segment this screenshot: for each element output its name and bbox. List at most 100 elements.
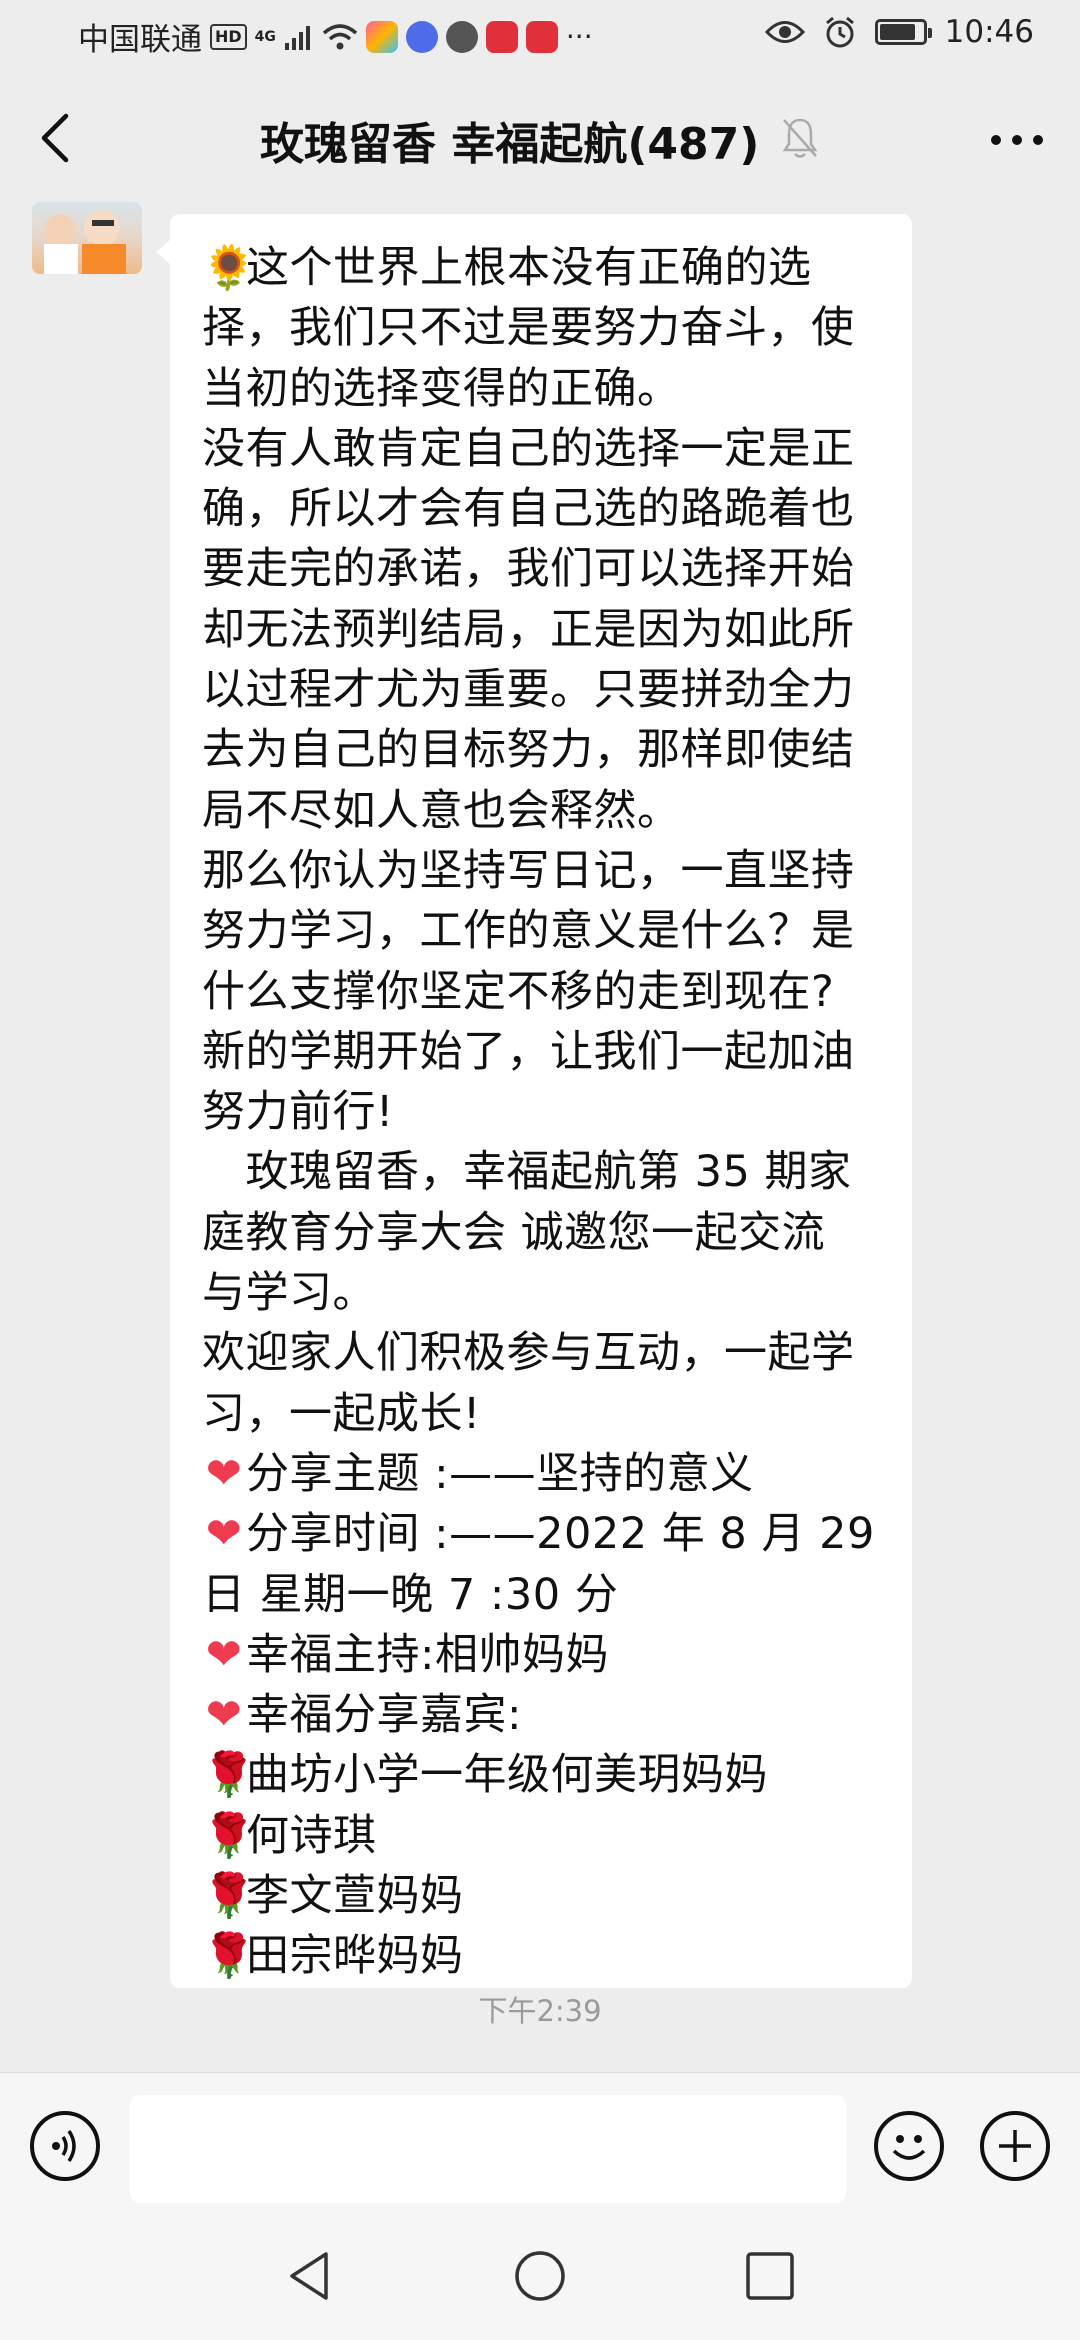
message-line-text: 日 星期一晚 7 :30 分 bbox=[202, 1569, 619, 1620]
system-nav-bar bbox=[0, 2214, 1080, 2340]
message-line-text: 努力前行! bbox=[202, 1087, 394, 1138]
message-line: 去为自己的目标努力，那样即使结 bbox=[202, 720, 880, 780]
message-line: 没有人敢肯定自己的选择一定是正 bbox=[202, 419, 880, 479]
message-line: 却无法预判结局，正是因为如此所 bbox=[202, 600, 880, 660]
message-line-text: 分享主题 :——坚持的意义 bbox=[246, 1448, 754, 1499]
voice-icon[interactable] bbox=[30, 2111, 100, 2181]
message-line: 欢迎家人们积极参与互动，一起学 bbox=[202, 1323, 880, 1383]
message-line-text: 局不尽如人意也会释然。 bbox=[202, 785, 681, 836]
message-line: 努力前行! bbox=[202, 1082, 880, 1142]
message-line: 🌹曲坊小学一年级何美玥妈妈 bbox=[202, 1745, 880, 1805]
message-line: 与学习。 bbox=[202, 1263, 880, 1323]
message-line-text: 习，一起成长! bbox=[202, 1388, 481, 1439]
message-line: 什么支撑你坚定不移的走到现在? bbox=[202, 962, 880, 1022]
wifi-icon bbox=[322, 23, 358, 49]
message-text: 🌻这个世界上根本没有正确的选 择，我们只不过是要努力奋斗，使 当初的选择变得的正确。… bbox=[202, 238, 880, 1987]
status-bar: 中国联通 HD 4G ··· 10:46 bbox=[0, 0, 1080, 74]
message-line-text: 当初的选择变得的正确。 bbox=[202, 363, 681, 414]
status-left: 中国联通 HD 4G ··· bbox=[78, 14, 593, 59]
message-line: 那么你认为坚持写日记，一直坚持 bbox=[202, 841, 880, 901]
emoji-heart-icon: ❤ bbox=[205, 1448, 243, 1499]
chat-header: 玫瑰留香 幸福起航(487) bbox=[0, 74, 1080, 203]
message-line-text: 去为自己的目标努力，那样即使结 bbox=[202, 725, 855, 776]
message-line-text: 这个世界上根本没有正确的选 bbox=[246, 243, 812, 293]
message-line-text: 那么你认为坚持写日记，一直坚持 bbox=[202, 845, 855, 896]
message-line-text: 曲坊小学一年级何美玥妈妈 bbox=[246, 1750, 768, 1801]
input-bar bbox=[0, 2072, 1080, 2215]
message-line: 🌹何诗琪 bbox=[202, 1806, 880, 1866]
message-line-text: 要走完的承诺，我们可以选择开始 bbox=[202, 544, 855, 595]
avatar-photo bbox=[44, 210, 126, 274]
message-line-text: 何诗琪 bbox=[246, 1810, 377, 1861]
emoji-heart-icon: ❤ bbox=[205, 1690, 243, 1741]
message-line: 要走完的承诺，我们可以选择开始 bbox=[202, 539, 880, 599]
emoji-rose-icon: 🌹 bbox=[202, 1931, 257, 1982]
message-line-text: 与学习。 bbox=[202, 1268, 376, 1319]
message-line: 日 星期一晚 7 :30 分 bbox=[202, 1565, 880, 1625]
message-line: 以过程才尤为重要。只要拼劲全力 bbox=[202, 660, 880, 720]
message-line-text: 新的学期开始了，让我们一起加油 bbox=[202, 1026, 855, 1077]
message-line: 🌹田宗晔妈妈 bbox=[202, 1926, 880, 1986]
status-right: 10:46 bbox=[764, 14, 1034, 50]
browser-app-icon bbox=[445, 20, 478, 53]
message-bubble[interactable]: 🌻这个世界上根本没有正确的选 择，我们只不过是要努力奋斗，使 当初的选择变得的正确。… bbox=[156, 214, 912, 1988]
plus-icon[interactable] bbox=[980, 2111, 1050, 2181]
emoji-rose-icon: 🌹 bbox=[202, 1750, 257, 1801]
battery-icon bbox=[874, 19, 932, 45]
emoji-sunflower-icon: 🌻 bbox=[202, 243, 257, 293]
more-dots-icon[interactable] bbox=[990, 134, 1044, 146]
message-line-text: 却无法预判结局，正是因为如此所 bbox=[202, 604, 855, 655]
message-line: 局不尽如人意也会释然。 bbox=[202, 781, 880, 841]
nav-home-icon[interactable] bbox=[512, 2248, 568, 2304]
message-line: 当初的选择变得的正确。 bbox=[202, 359, 880, 419]
signal-icon bbox=[284, 25, 310, 50]
chat-area[interactable]: 🌻这个世界上根本没有正确的选 择，我们只不过是要努力奋斗，使 当初的选择变得的正确。… bbox=[0, 202, 1080, 2072]
message-line-text: 幸福分享嘉宾: bbox=[246, 1690, 522, 1741]
chat-title[interactable]: 玫瑰留香 幸福起航(487) bbox=[260, 108, 759, 172]
battery-fill bbox=[879, 24, 916, 40]
emoji-heart-icon: ❤ bbox=[205, 1629, 243, 1680]
bell-off-icon bbox=[782, 118, 818, 158]
message-line-text: 确，所以才会有自己选的路跪着也 bbox=[202, 484, 855, 535]
message-line: 习，一起成长! bbox=[202, 1384, 880, 1444]
message-line-text: 庭教育分享大会 诚邀您一起交流 bbox=[202, 1207, 826, 1258]
message-line: 新的学期开始了，让我们一起加油 bbox=[202, 1022, 880, 1082]
emoji-rose-icon: 🌹 bbox=[202, 1810, 257, 1861]
music-app-icon bbox=[405, 20, 438, 53]
message-line-text: 欢迎家人们积极参与互动，一起学 bbox=[202, 1328, 855, 1379]
red-app-icon-2 bbox=[525, 20, 558, 53]
alarm-icon bbox=[825, 16, 854, 48]
message-line: 玫瑰留香，幸福起航第 35 期家 bbox=[202, 1142, 880, 1202]
hd-badge: HD bbox=[210, 23, 247, 50]
smiley-face-icon bbox=[892, 2135, 926, 2160]
network-label: 4G bbox=[254, 28, 276, 45]
message-line: ❤分享时间 :——2022 年 8 月 29 bbox=[202, 1504, 880, 1564]
message-line-text: 努力学习，工作的意义是什么？是 bbox=[202, 906, 855, 957]
more-notifications-icon: ··· bbox=[565, 20, 593, 53]
sender-avatar[interactable] bbox=[32, 202, 142, 274]
nav-recents-icon[interactable] bbox=[742, 2248, 798, 2304]
message-line-text: 玫瑰留香，幸福起航第 35 期家 bbox=[202, 1147, 852, 1198]
message-line: 确，所以才会有自己选的路跪着也 bbox=[202, 479, 880, 539]
message-input[interactable] bbox=[130, 2095, 846, 2203]
plus-sign-icon bbox=[999, 2130, 1031, 2162]
message-line: ❤幸福分享嘉宾: bbox=[202, 1685, 880, 1745]
message-line: 择，我们只不过是要努力奋斗，使 bbox=[202, 298, 880, 358]
message-line-text: 李文萱妈妈 bbox=[246, 1871, 464, 1922]
smiley-icon[interactable] bbox=[874, 2111, 944, 2181]
nav-back-icon[interactable] bbox=[282, 2248, 338, 2304]
message-line: 🌻这个世界上根本没有正确的选 bbox=[202, 238, 880, 298]
message-line: ❤幸福主持:相帅妈妈 bbox=[202, 1625, 880, 1685]
voice-waves-icon bbox=[52, 2130, 76, 2162]
message-timestamp: 下午2:39 bbox=[478, 1994, 602, 2028]
emoji-heart-icon: ❤ bbox=[205, 1509, 243, 1560]
message-line: 努力学习，工作的意义是什么？是 bbox=[202, 901, 880, 961]
message-line-text: 没有人敢肯定自己的选择一定是正 bbox=[202, 423, 855, 474]
red-app-icon-1 bbox=[485, 20, 518, 53]
emoji-rose-icon: 🌹 bbox=[202, 1871, 257, 1922]
message-line-text: 幸福主持:相帅妈妈 bbox=[246, 1629, 609, 1680]
message-line-text: 什么支撑你坚定不移的走到现在? bbox=[202, 966, 835, 1017]
message-line-text: 择，我们只不过是要努力奋斗，使 bbox=[202, 303, 855, 354]
message-line: 🌹李文萱妈妈 bbox=[202, 1866, 880, 1926]
chevron-left-icon[interactable] bbox=[36, 112, 76, 164]
